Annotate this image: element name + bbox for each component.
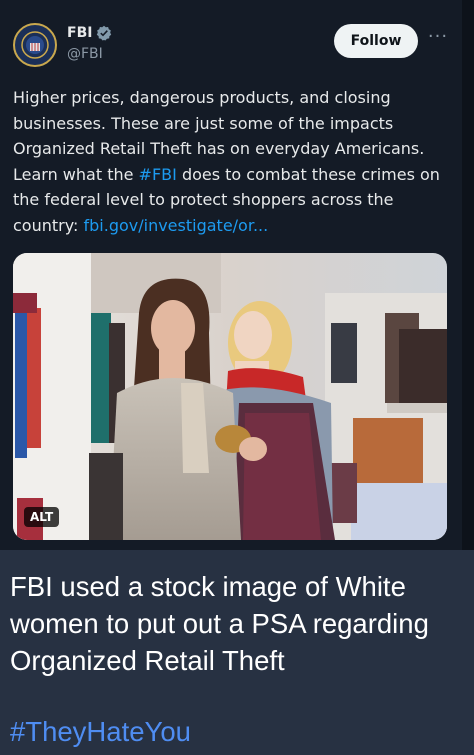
scroll-edge [462, 0, 474, 550]
author-name-row: FBI [67, 23, 112, 43]
author-name[interactable]: FBI [67, 25, 92, 41]
tweet-text: Higher prices, dangerous products, and c… [13, 85, 457, 238]
meme-caption: FBI used a stock image of White women to… [10, 571, 429, 676]
tweet-photo[interactable] [13, 253, 447, 540]
follow-button[interactable]: Follow [334, 24, 418, 58]
alt-text-badge[interactable]: ALT [24, 507, 60, 527]
meme-hashtag[interactable]: #TheyHateYou [10, 716, 191, 748]
fbi-seal-icon[interactable] [13, 23, 57, 67]
more-options-icon[interactable]: ··· [426, 28, 450, 52]
author-handle[interactable]: @FBI [67, 46, 103, 62]
article-link[interactable]: fbi.gov/investigate/or... [84, 216, 269, 235]
hashtag-link[interactable]: #FBI [139, 165, 177, 184]
verified-badge-icon [96, 25, 112, 41]
